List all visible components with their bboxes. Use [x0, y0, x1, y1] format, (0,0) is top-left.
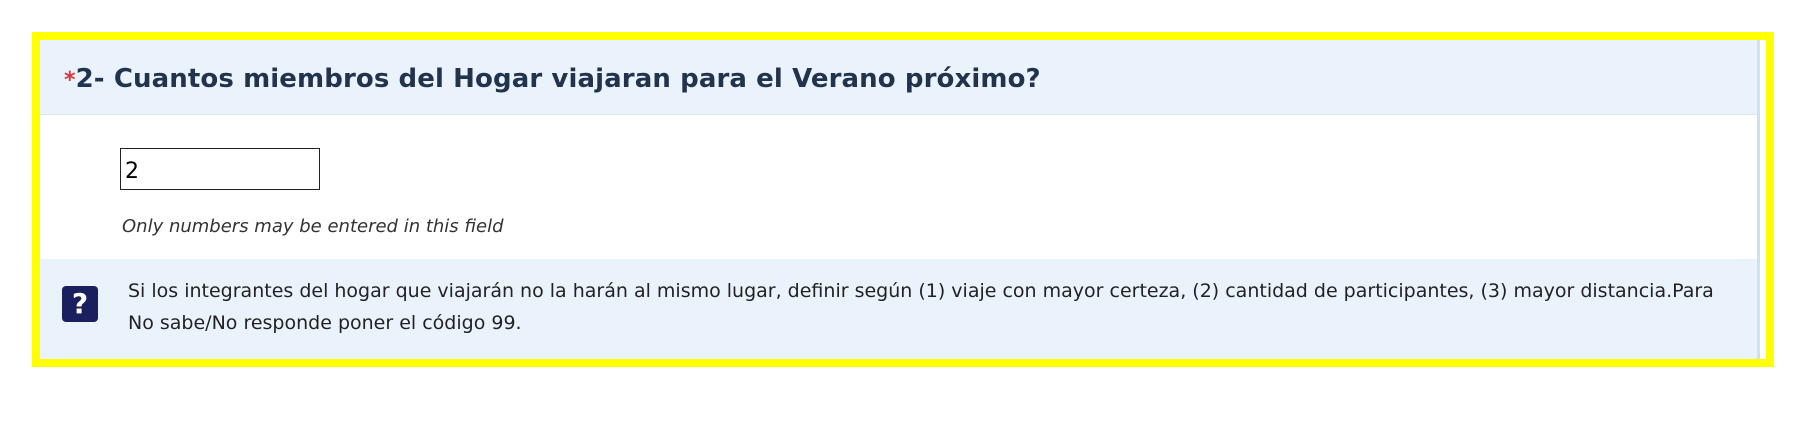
question-help-icon: ? [62, 286, 98, 322]
question-text: 2- Cuantos miembros del Hogar viajaran p… [75, 64, 1041, 94]
number-answer-input[interactable] [120, 148, 320, 190]
question-title: *2- Cuantos miembros del Hogar viajaran … [64, 64, 1041, 94]
validation-tip: Only numbers may be entered in this fiel… [122, 216, 504, 237]
question-block: *2- Cuantos miembros del Hogar viajaran … [40, 40, 1760, 359]
help-section: ? Si los integrantes del hogar que viaja… [40, 259, 1757, 359]
help-text: Si los integrantes del hogar que viajará… [128, 280, 1714, 334]
question-header: *2- Cuantos miembros del Hogar viajaran … [40, 40, 1757, 115]
required-marker: * [64, 68, 76, 93]
highlight-frame: *2- Cuantos miembros del Hogar viajaran … [32, 32, 1774, 367]
